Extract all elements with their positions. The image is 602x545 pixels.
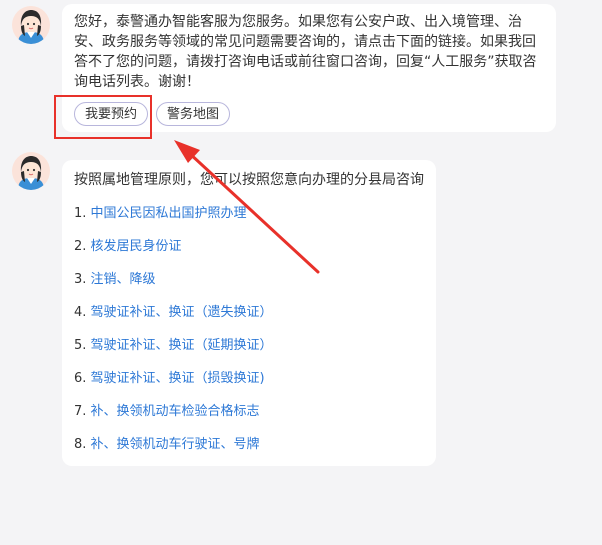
service-link[interactable]: 驾驶证补证、换证（延期换证） xyxy=(91,338,273,353)
item-number: 3. xyxy=(74,272,87,287)
agent-avatar xyxy=(12,152,50,190)
agent-avatar xyxy=(12,6,50,44)
list-item: 7. 补、换领机动车检验合格标志 xyxy=(74,404,424,437)
welcome-message-bubble: 您好，泰警通办智能客服为您服务。如果您有公安户政、出入境管理、治安、政务服务等领… xyxy=(62,4,556,132)
service-link[interactable]: 补、换领机动车检验合格标志 xyxy=(91,404,260,419)
quick-action-buttons: 我要预约 警务地图 xyxy=(74,102,231,126)
item-number: 4. xyxy=(74,305,87,320)
consultation-list-bubble: 按照属地管理原则，您可以按照您意向办理的分县局咨询 1. 中国公民因私出国护照办… xyxy=(62,160,436,466)
list-item: 1. 中国公民因私出国护照办理 xyxy=(74,206,424,239)
service-link[interactable]: 补、换领机动车行驶证、号牌 xyxy=(91,437,260,452)
service-link[interactable]: 驾驶证补证、换证（损毁换证) xyxy=(91,371,265,386)
police-map-button[interactable]: 警务地图 xyxy=(156,102,231,126)
item-number: 8. xyxy=(74,437,87,452)
list-item: 2. 核发居民身份证 xyxy=(74,239,424,272)
service-link[interactable]: 注销、降级 xyxy=(91,272,156,287)
service-link[interactable]: 中国公民因私出国护照办理 xyxy=(91,206,247,221)
item-number: 2. xyxy=(74,239,87,254)
list-item: 3. 注销、降级 xyxy=(74,272,424,305)
service-link[interactable]: 驾驶证补证、换证（遗失换证） xyxy=(91,305,273,320)
item-number: 1. xyxy=(74,206,87,221)
item-number: 5. xyxy=(74,338,87,353)
agent-avatar-icon xyxy=(12,152,50,190)
consultation-intro: 按照属地管理原则，您可以按照您意向办理的分县局咨询 xyxy=(74,172,424,188)
list-item: 8. 补、换领机动车行驶证、号牌 xyxy=(74,437,424,470)
welcome-message-text: 您好，泰警通办智能客服为您服务。如果您有公安户政、出入境管理、治安、政务服务等领… xyxy=(74,14,537,90)
service-link[interactable]: 核发居民身份证 xyxy=(91,239,182,254)
list-item: 4. 驾驶证补证、换证（遗失换证） xyxy=(74,305,424,338)
appointment-button[interactable]: 我要预约 xyxy=(74,102,149,126)
list-item: 6. 驾驶证补证、换证（损毁换证) xyxy=(74,371,424,404)
service-link-list: 1. 中国公民因私出国护照办理 2. 核发居民身份证 3. 注销、降级 4. 驾… xyxy=(74,206,424,470)
item-number: 6. xyxy=(74,371,87,386)
agent-avatar-icon xyxy=(12,6,50,44)
list-item: 5. 驾驶证补证、换证（延期换证） xyxy=(74,338,424,371)
item-number: 7. xyxy=(74,404,87,419)
